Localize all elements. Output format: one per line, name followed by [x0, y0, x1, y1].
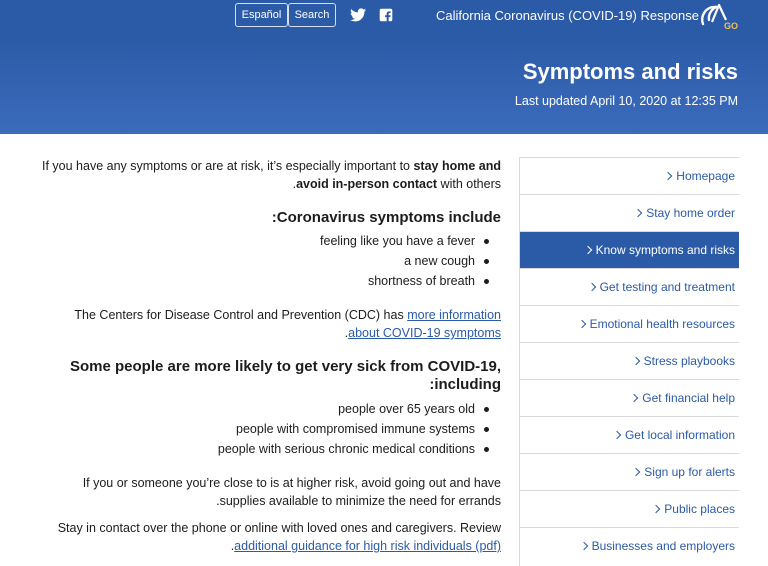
chevron-right-icon — [634, 208, 643, 218]
sidebar-item-testing[interactable]: Get testing and treatment — [520, 268, 739, 305]
symptoms-heading: Coronavirus symptoms include: — [271, 209, 501, 226]
chevron-right-icon — [632, 467, 641, 477]
symptoms-list: feeling like you have a fever a new coug… — [40, 231, 501, 291]
sidebar-item-homepage[interactable]: Homepage — [520, 157, 739, 194]
list-item: people over 65 years old — [40, 399, 501, 419]
list-item: people with serious chronic medical cond… — [40, 439, 501, 459]
chevron-right-icon — [577, 319, 586, 329]
intro-text-a: If you have any symptoms or are at risk,… — [42, 159, 414, 173]
sidebar-item-label: Sign up for alerts — [644, 465, 735, 479]
ca-gov-logo-text: GOV — [724, 21, 738, 31]
higher-risk-paragraph: If you or someone you’re close to is at … — [82, 476, 501, 508]
sidebar-item-businesses[interactable]: Businesses and employers — [520, 527, 739, 564]
cdc-paragraph: The Centers for Disease Control and Prev… — [40, 306, 501, 342]
chevron-right-icon — [631, 356, 640, 366]
sidebar-item-know-symptoms[interactable]: Know symptoms and risks — [520, 231, 739, 268]
sidebar-item-label: Stay home order — [646, 206, 735, 220]
sidebar-item-label: Public places — [664, 502, 735, 516]
sidebar-item-local-information[interactable]: Get local information — [520, 416, 739, 453]
sidebar-item-emotional-health[interactable]: Emotional health resources — [520, 305, 739, 342]
sidebar-item-label: Get local information — [624, 428, 735, 442]
list-item: people with compromised immune systems — [40, 419, 501, 439]
chevron-right-icon — [612, 430, 622, 440]
sidebar-item-label: Get financial help — [642, 391, 735, 405]
sidebar-item-label: Stress playbooks — [643, 354, 735, 368]
chevron-right-icon — [664, 171, 673, 181]
site-title[interactable]: California Coronavirus (COVID-19) Respon… — [436, 8, 699, 23]
page-header: Symptoms and risks Last updated April 10… — [0, 35, 768, 134]
sidebar-item-public-places[interactable]: Public places — [520, 490, 739, 527]
sidebar-item-label: Emotional health resources — [589, 317, 735, 331]
sidebar-item-stress-playbooks[interactable]: Stress playbooks — [520, 342, 739, 379]
sidebar-item-label: Businesses and employers — [591, 539, 735, 553]
chevron-right-icon — [652, 504, 661, 514]
twitter-icon[interactable] — [350, 8, 366, 22]
cdc-text-a: The Centers for Disease Control and Prev… — [74, 308, 408, 322]
top-bar: Español Search California Coronavirus (C… — [0, 0, 768, 35]
sidebar-item-stay-home-order[interactable]: Stay home order — [520, 194, 739, 231]
chevron-right-icon — [583, 245, 592, 255]
chevron-right-icon — [630, 393, 639, 403]
risk-heading: Some people are more likely to get very … — [70, 358, 501, 393]
sidebar-item-label: Know symptoms and risks — [595, 243, 735, 257]
intro-paragraph: If you have any symptoms or are at risk,… — [40, 157, 501, 193]
contact-text-a: Stay in contact over the phone or online… — [57, 521, 501, 535]
chevron-right-icon — [579, 541, 588, 551]
high-risk-guidance-link[interactable]: additional guidance for high risk indivi… — [234, 539, 501, 553]
ca-gov-logo[interactable]: GOV — [698, 2, 738, 32]
sidebar-item-alerts[interactable]: Sign up for alerts — [520, 453, 739, 490]
chevron-right-icon — [587, 282, 596, 292]
contact-paragraph: Stay in contact over the phone or online… — [40, 519, 501, 555]
list-item: shortness of breath — [40, 271, 501, 291]
list-item: feeling like you have a fever — [40, 231, 501, 251]
last-updated: Last updated April 10, 2020 at 12:35 PM — [514, 94, 738, 108]
espanol-button[interactable]: Español — [235, 3, 288, 27]
sidebar-item-label: Homepage — [676, 169, 735, 183]
facebook-icon[interactable] — [378, 8, 394, 22]
list-item: a new cough — [40, 251, 501, 271]
side-nav: Homepage Stay home order Know symptoms a… — [519, 157, 739, 566]
sidebar-item-label: Get testing and treatment — [599, 280, 735, 294]
page-title: Symptoms and risks — [522, 59, 738, 84]
risk-groups-list: people over 65 years old people with com… — [40, 399, 501, 459]
sidebar-item-financial-help[interactable]: Get financial help — [520, 379, 739, 416]
search-button[interactable]: Search — [288, 3, 336, 27]
